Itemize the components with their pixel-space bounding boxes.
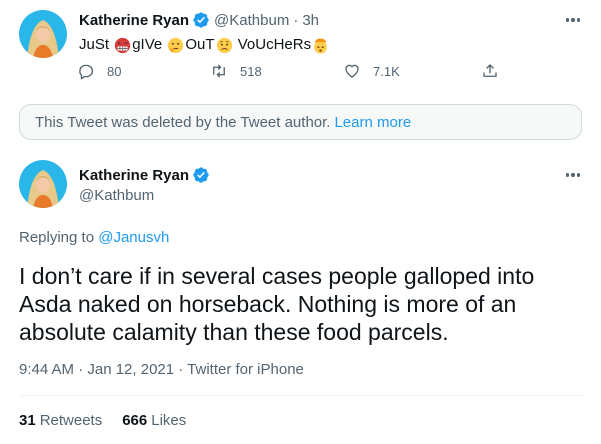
- more-options-icon[interactable]: [561, 12, 585, 28]
- author-name[interactable]: Katherine Ryan: [79, 167, 189, 184]
- tweet-actions: 80 518 7.1K: [77, 62, 507, 82]
- retweet-icon: [213, 64, 225, 78]
- text-segment: gIVe: [132, 36, 167, 53]
- exploding-head-emoji: [314, 38, 327, 54]
- replying-to-link[interactable]: @Janusvh: [98, 229, 169, 246]
- more-options-icon[interactable]: [561, 167, 585, 183]
- separator-dot: ·: [293, 11, 299, 29]
- text-segment: VoUcHeRs: [233, 36, 312, 53]
- angry-face-emoji: [115, 37, 131, 53]
- thinking-face-emoji: [168, 37, 184, 53]
- retweet-count: 518: [240, 63, 262, 79]
- text-segment: JuSt: [79, 36, 114, 53]
- avatar[interactable]: [19, 160, 67, 208]
- tweet-meta[interactable]: 9:44 AM · Jan 12, 2021 · Twitter for iPh…: [19, 361, 304, 378]
- retweets-count: 31: [19, 412, 36, 429]
- tweet-body: I don’t care if in several cases people …: [19, 263, 535, 345]
- verified-badge-icon: [193, 167, 209, 183]
- author-name[interactable]: Katherine Ryan: [79, 12, 189, 29]
- replying-to: Replying to @Janusvh: [19, 229, 169, 246]
- reply-count: 80: [107, 63, 122, 79]
- deleted-tweet-notice: This Tweet was deleted by the Tweet auth…: [19, 104, 582, 140]
- share-icon: [483, 64, 497, 77]
- retweets-stat[interactable]: 31 Retweets: [19, 412, 102, 429]
- heart-icon: [345, 64, 359, 78]
- likes-label: Likes: [151, 412, 187, 429]
- worried-face-emoji: [216, 37, 232, 53]
- deleted-notice-text: This Tweet was deleted by the Tweet auth…: [35, 113, 331, 131]
- tweet-text: JuSt gIVe OuT VoUcHeRs: [79, 36, 330, 54]
- retweets-label: Retweets: [39, 412, 103, 429]
- likes-stat[interactable]: 666 Likes: [122, 412, 186, 429]
- text-segment: OuT: [185, 36, 215, 53]
- share-button[interactable]: [481, 62, 511, 80]
- author-handle[interactable]: @Kathbum: [79, 187, 154, 204]
- learn-more-link[interactable]: Learn more: [334, 114, 411, 131]
- verified-badge-icon: [193, 12, 209, 28]
- avatar[interactable]: [19, 10, 67, 58]
- reply-icon: [79, 64, 94, 80]
- reply-button[interactable]: 80: [77, 62, 121, 80]
- author-handle[interactable]: @Kathbum: [214, 12, 289, 29]
- retweet-button[interactable]: 518: [210, 62, 262, 80]
- tweet-time[interactable]: 3h: [302, 12, 319, 29]
- divider: [19, 395, 582, 396]
- like-count: 7.1K: [373, 63, 400, 79]
- like-button[interactable]: 7.1K: [343, 62, 400, 80]
- likes-count: 666: [122, 412, 148, 429]
- replying-prefix: Replying to: [19, 229, 95, 246]
- engagement-stats: 31 Retweets 666 Likes: [19, 412, 186, 429]
